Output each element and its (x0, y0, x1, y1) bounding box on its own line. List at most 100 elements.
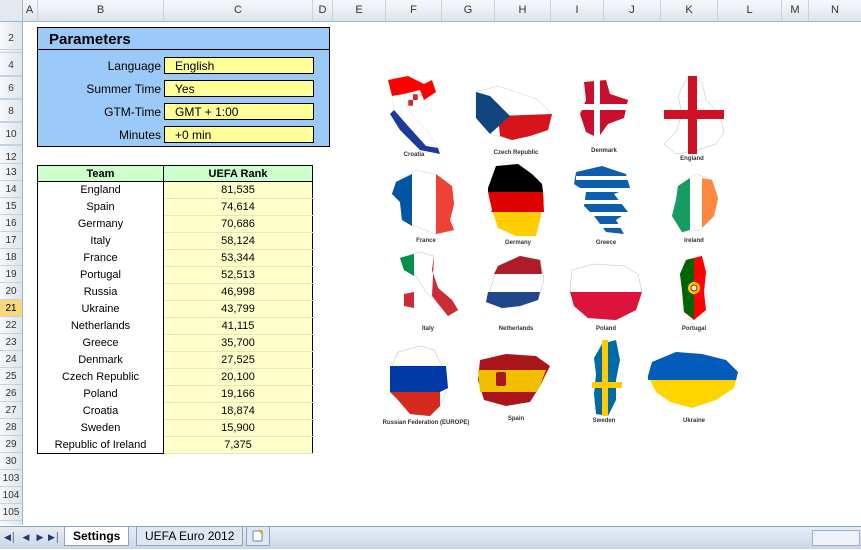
rank-cell[interactable]: 20,100 (163, 368, 313, 386)
row-header[interactable]: 22 (0, 317, 22, 334)
row-header[interactable]: 15 (0, 198, 22, 215)
team-cell[interactable]: France (37, 249, 164, 267)
column-header-h[interactable]: H (495, 0, 551, 21)
rank-cell[interactable]: 52,513 (163, 266, 313, 284)
row-header[interactable]: 17 (0, 232, 22, 249)
team-cell[interactable]: Poland (37, 385, 164, 403)
team-cell[interactable]: Greece (37, 334, 164, 352)
row-header[interactable]: 27 (0, 402, 22, 419)
row-header[interactable]: 105 (0, 504, 22, 521)
summer-time-field[interactable]: Yes (164, 80, 314, 97)
row-header[interactable]: 19 (0, 266, 22, 283)
parameters-panel: Parameters Language English Summer Time … (37, 27, 330, 147)
language-field[interactable]: English (164, 57, 314, 74)
rank-cell[interactable]: 46,998 (163, 283, 313, 301)
horizontal-scrollbar[interactable] (812, 530, 860, 546)
team-cell[interactable]: Croatia (37, 402, 164, 420)
team-cell[interactable]: Spain (37, 198, 164, 216)
rank-cell[interactable]: 70,686 (163, 215, 313, 233)
rank-cell[interactable]: 53,344 (163, 249, 313, 267)
team-cell[interactable]: Italy (37, 232, 164, 250)
row-header[interactable]: 14 (0, 181, 22, 198)
first-sheet-icon[interactable]: ◀│ (4, 530, 17, 544)
column-header-d[interactable]: D (313, 0, 333, 21)
rank-cell[interactable]: 15,900 (163, 419, 313, 437)
row-headers: 2 3 4 5 6 7 8 9 10 11 12 13 14 15 16 17 … (0, 22, 23, 525)
row-header[interactable]: 30 (0, 453, 22, 470)
gtm-time-label: GTM-Time (104, 105, 161, 119)
row-header[interactable]: 18 (0, 249, 22, 266)
table-body: England 81,535 Spain 74,614 Germany 70,686 Ita… (37, 181, 313, 454)
rank-cell[interactable]: 58,124 (163, 232, 313, 250)
row-header[interactable]: 26 (0, 385, 22, 402)
rank-column-header[interactable]: UEFA Rank (163, 165, 313, 182)
row-header[interactable]: 104 (0, 487, 22, 504)
column-headers: A B C D E F G H I J K L M N (0, 0, 861, 22)
rank-cell[interactable]: 41,115 (163, 317, 313, 335)
team-cell[interactable]: Denmark (37, 351, 164, 369)
team-column-header[interactable]: Team (37, 165, 164, 182)
rank-cell[interactable]: 19,166 (163, 385, 313, 403)
gtm-time-field[interactable]: GMT + 1:00 (164, 103, 314, 120)
row-header[interactable]: 4 (0, 53, 22, 76)
column-header-k[interactable]: K (661, 0, 718, 21)
minutes-field[interactable]: +0 min (164, 126, 314, 143)
team-cell[interactable]: Sweden (37, 419, 164, 437)
tab-settings[interactable]: Settings (64, 527, 130, 546)
row-header[interactable]: 16 (0, 215, 22, 232)
rank-cell[interactable]: 35,700 (163, 334, 313, 352)
column-header-j[interactable]: J (604, 0, 661, 21)
row-header[interactable]: 12 (0, 145, 22, 164)
column-header-l[interactable]: L (718, 0, 782, 21)
column-header-b[interactable]: B (38, 0, 164, 21)
row-header[interactable]: 25 (0, 368, 22, 385)
column-header-e[interactable]: E (333, 0, 386, 21)
column-header-m[interactable]: M (782, 0, 809, 21)
team-cell[interactable]: Czech Republic (37, 368, 164, 386)
row-header[interactable]: 24 (0, 351, 22, 368)
team-cell[interactable]: Ukraine (37, 300, 164, 318)
language-label: Language (107, 59, 161, 73)
rank-cell[interactable]: 74,614 (163, 198, 313, 216)
column-header-a[interactable]: A (22, 0, 38, 21)
team-cell[interactable]: Russia (37, 283, 164, 301)
minutes-label: Minutes (118, 128, 161, 142)
insert-sheet-button[interactable] (246, 527, 270, 546)
prev-sheet-icon[interactable]: ◀ (20, 530, 32, 544)
rank-cell[interactable]: 7,375 (163, 436, 313, 454)
table-row: Germany 70,686 (37, 215, 313, 233)
column-header-i[interactable]: I (551, 0, 604, 21)
team-cell[interactable]: Germany (37, 215, 164, 233)
tab-uefa-euro-2012[interactable]: UEFA Euro 2012 (136, 527, 244, 546)
sweden-map-flag (592, 340, 622, 416)
team-cell[interactable]: Portugal (37, 266, 164, 284)
rank-cell[interactable]: 27,525 (163, 351, 313, 369)
row-header[interactable]: 20 (0, 283, 22, 300)
row-header[interactable]: 8 (0, 99, 22, 122)
next-sheet-icon[interactable]: ▶ (34, 530, 46, 544)
row-header[interactable]: 23 (0, 334, 22, 351)
column-header-g[interactable]: G (442, 0, 495, 21)
rank-cell[interactable]: 43,799 (163, 300, 313, 318)
row-header[interactable]: 29 (0, 436, 22, 453)
column-header-f[interactable]: F (386, 0, 442, 21)
last-sheet-icon[interactable]: ▶│ (48, 530, 61, 544)
germany-map-flag (488, 164, 544, 236)
row-header[interactable]: 28 (0, 419, 22, 436)
select-all-corner[interactable] (0, 0, 23, 22)
team-cell[interactable]: England (37, 181, 164, 199)
column-header-n[interactable]: N (809, 0, 861, 21)
row-header[interactable]: 103 (0, 470, 22, 487)
team-cell[interactable]: Netherlands (37, 317, 164, 335)
team-cell[interactable]: Republic of Ireland (37, 436, 164, 454)
flag-label: Denmark (591, 148, 617, 154)
column-header-c[interactable]: C (164, 0, 313, 21)
row-header[interactable]: 10 (0, 122, 22, 145)
czech-map-flag (475, 85, 553, 141)
row-header[interactable]: 13 (0, 164, 22, 181)
row-header[interactable]: 6 (0, 76, 22, 99)
row-header-selected[interactable]: 21 (0, 300, 22, 317)
rank-cell[interactable]: 81,535 (163, 181, 313, 199)
row-header[interactable]: 2 (0, 22, 22, 50)
rank-cell[interactable]: 18,874 (163, 402, 313, 420)
